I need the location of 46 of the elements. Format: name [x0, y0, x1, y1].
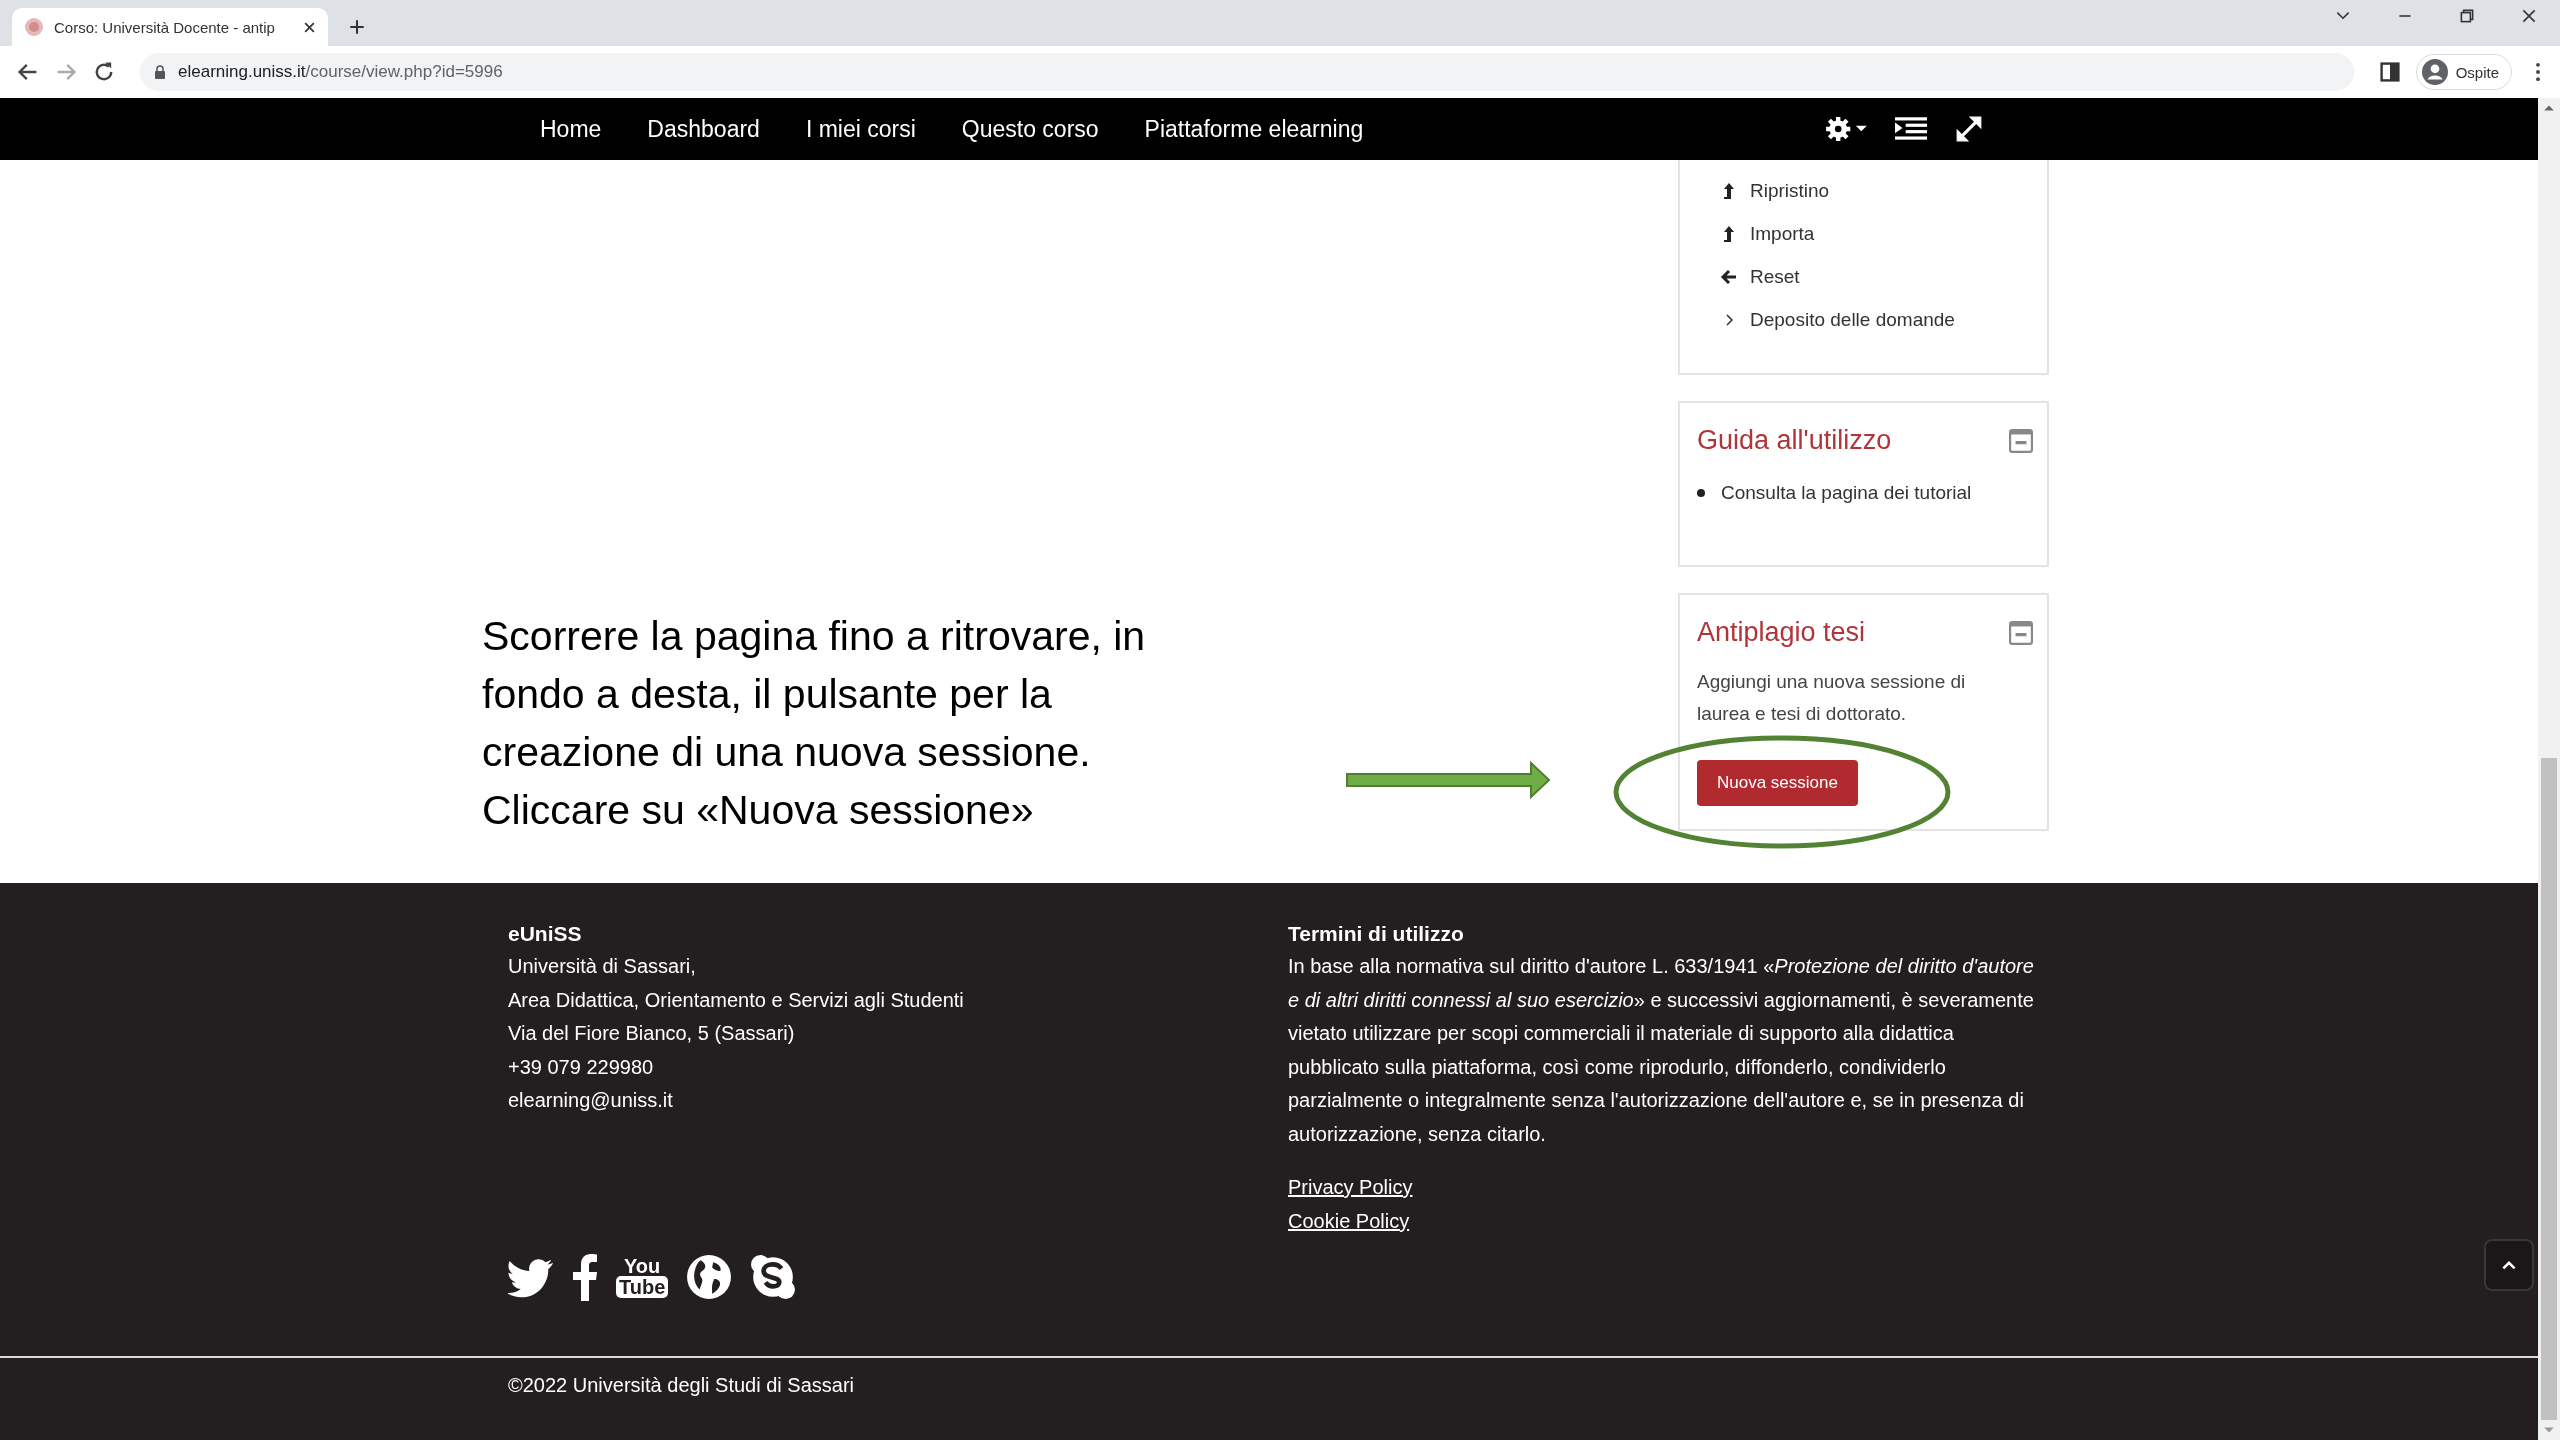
- footer-title: Termini di utilizzo: [1288, 921, 1465, 947]
- block-description: Aggiungi una nuova sessione di laurea e tesi di dottorato.: [1697, 670, 1967, 726]
- terms-text: In base alla normativa sul diritto d'autore L. 633/1941 «Protezione del diritto d'autore e di altri diritti connessi al suo esercizio» e successivi aggiornamenti, è severamente vietato utilizzare per scopi commerciali il materiale di supporto alla didattica pubblicato sulla piattaforma, così come riprodurlo, diffonderlo, condividerlo parzialmente o integralmente senza l'autorizzazione dell'autore e, se in presenza di autorizzazione, senza citarlo.: [1288, 954, 2035, 1147]
- policy-link[interactable]: Cookie Policy: [1288, 1204, 1410, 1238]
- instruction-text: Scorrere la pagina fino a ritrovare, in fondo a desta, il pulsante per la creazione di una nuova sessione. Cliccare su «Nuova sessione»: [482, 612, 1147, 835]
- admin-link[interactable]: Reset: [1750, 266, 1800, 288]
- new-session-button[interactable]: Nuova sessione: [1697, 760, 1858, 806]
- tutorial-link[interactable]: Consulta la pagina dei tutorial: [1721, 482, 1972, 504]
- block-title: Guida all'utilizzo: [1697, 425, 1892, 456]
- tab-title: Corso: Università Docente - antip: [54, 18, 276, 36]
- contact-line: Area Didattica, Orientamento e Servizi agli Studenti: [508, 987, 965, 1013]
- collapse-icon[interactable]: [2009, 428, 2033, 453]
- nav-link[interactable]: Piattaforme elearning: [1144, 115, 1364, 143]
- block-title: Antiplagio tesi: [1697, 617, 1866, 648]
- restore-icon[interactable]: [2458, 7, 2476, 25]
- new-tab-icon[interactable]: [348, 18, 366, 36]
- letter-s-icon[interactable]: [750, 1253, 797, 1300]
- letter-f-icon[interactable]: [572, 1252, 598, 1301]
- contact-line: +39 079 229980: [508, 1054, 655, 1080]
- side-panel-icon[interactable]: [2377, 60, 2402, 84]
- nav-link[interactable]: Dashboard: [647, 115, 760, 143]
- admin-link[interactable]: Ripristino: [1750, 180, 1830, 202]
- browser-tab[interactable]: Corso: Università Docente - antip: [12, 8, 328, 46]
- close-icon[interactable]: [2520, 7, 2538, 25]
- nav-link[interactable]: Home: [540, 115, 602, 143]
- indent-icon[interactable]: [1895, 115, 1928, 143]
- avatar-icon: [2421, 59, 2448, 85]
- scrollbar[interactable]: [2538, 98, 2560, 1440]
- close-icon[interactable]: [303, 20, 316, 34]
- contact-line: elearning@uniss.it: [508, 1088, 674, 1113]
- globe-icon[interactable]: [686, 1253, 733, 1300]
- back-arrow-icon: [1720, 268, 1738, 286]
- address-bar[interactable]: elearning.uniss.it/course/view.php?id=5996: [140, 53, 2354, 91]
- admin-link[interactable]: Deposito delle domande: [1750, 309, 1955, 331]
- contact-line: Via del Fiore Bianco, 5 (Sassari): [508, 1021, 796, 1046]
- policy-link[interactable]: Privacy Policy: [1288, 1171, 1413, 1205]
- nav-link[interactable]: I miei corsi: [805, 115, 916, 143]
- bullet-icon: [1697, 489, 1705, 497]
- collapse-icon[interactable]: [2009, 620, 2033, 645]
- lock-icon: [154, 65, 166, 79]
- contact-line: Università di Sassari,: [508, 954, 697, 979]
- favicon-icon: [24, 17, 44, 37]
- footer-title: eUniSS: [508, 921, 583, 947]
- copyright-text: ©2022 Università degli Studi di Sassari: [508, 1374, 855, 1396]
- nav-link[interactable]: Questo corso: [961, 115, 1099, 143]
- admin-link[interactable]: Importa: [1750, 223, 1815, 245]
